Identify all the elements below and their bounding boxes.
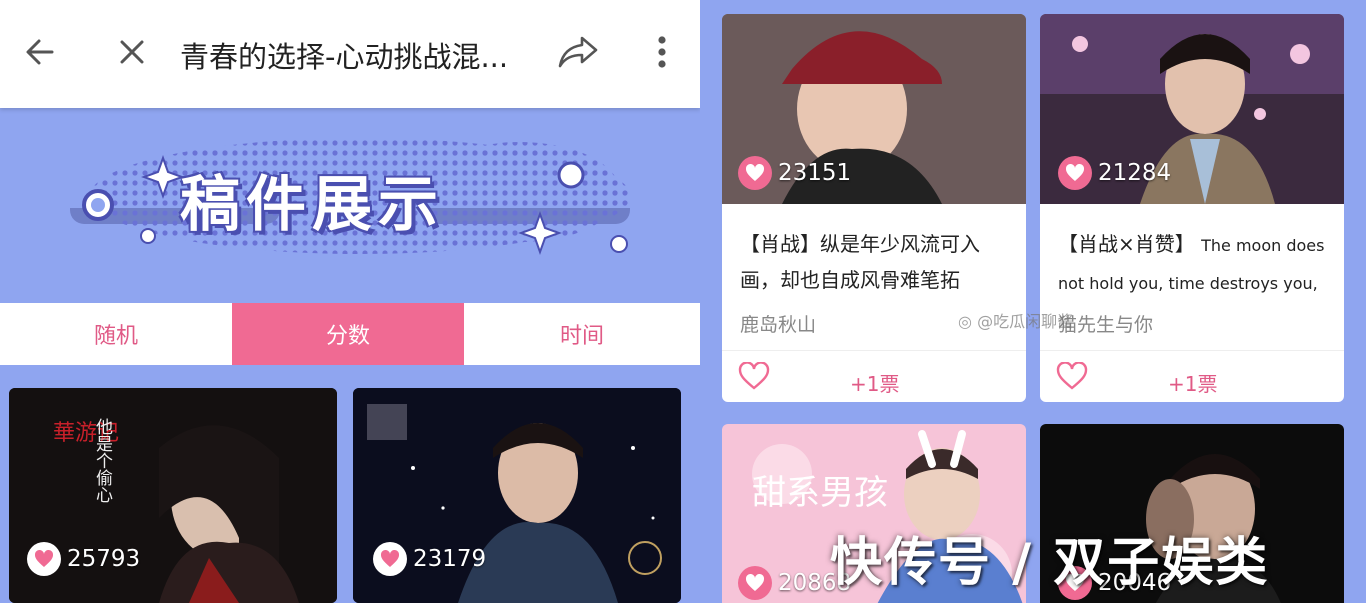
right-panel: 23151 【肖战】纵是年少风流可入画，却也自成风骨难笔拓 鹿岛秋山 +1票 2… — [700, 0, 1366, 603]
heart-icon — [27, 542, 61, 576]
vote-button[interactable]: +1票 — [1168, 368, 1217, 397]
tab-random[interactable]: 随机 — [0, 303, 232, 365]
score-badge: 25793 — [27, 542, 140, 576]
arrow-left-icon[interactable] — [18, 30, 62, 74]
score-value: 25793 — [67, 546, 141, 572]
left-panel: 青春的选择-心动挑战混... 稿件展示 随机 分数 时间 華游记 他是个偷心 2… — [0, 0, 700, 603]
banner: 稿件展示 — [0, 108, 700, 304]
tab-score[interactable]: 分数 — [232, 303, 464, 365]
score-value: 21284 — [1098, 160, 1172, 186]
overlay-text: 甜系男孩 — [752, 473, 888, 513]
share-icon[interactable] — [556, 30, 600, 74]
vote-button[interactable]: +1票 — [850, 368, 899, 397]
submission-card[interactable]: 23151 【肖战】纵是年少风流可入画，却也自成风骨难笔拓 鹿岛秋山 +1票 — [722, 14, 1026, 402]
heart-outline-icon[interactable] — [1056, 361, 1088, 394]
submission-card[interactable]: 華游记 他是个偷心 25793 — [9, 388, 337, 603]
watermark-text: 快传号 / 双子娱类 — [830, 533, 1270, 593]
card-caption: 【肖战×肖赞】 The moon does not hold you, time… — [1058, 226, 1330, 302]
card-image: 21284 — [1040, 14, 1344, 204]
heart-outline-icon[interactable] — [738, 361, 770, 394]
submission-card[interactable]: 23179 — [353, 388, 681, 603]
weibo-watermark-text: @吃瓜闲聊酱 — [977, 312, 1074, 331]
page-title: 青春的选择-心动挑战混... — [180, 40, 509, 74]
tab-time[interactable]: 时间 — [464, 303, 700, 365]
more-vertical-icon[interactable] — [640, 30, 684, 74]
sort-tabs: 随机 分数 时间 — [0, 303, 700, 365]
heart-icon — [738, 156, 772, 190]
weibo-watermark: ◎ @吃瓜闲聊酱 — [958, 308, 1073, 332]
score-badge: 23179 — [373, 542, 486, 576]
score-value: 23151 — [778, 160, 852, 186]
close-icon[interactable] — [110, 30, 154, 74]
card-caption: 【肖战】纵是年少风流可入画，却也自成风骨难笔拓 — [740, 232, 980, 292]
score-badge: 21284 — [1058, 156, 1171, 190]
heart-icon — [1058, 156, 1092, 190]
banner-title: 稿件展示 — [180, 170, 444, 240]
divider — [722, 350, 1026, 351]
weibo-icon: ◎ — [958, 312, 972, 331]
heart-icon — [738, 566, 772, 600]
overlay-poem: 他是个偷心 — [92, 418, 112, 503]
score-value: 23179 — [413, 546, 487, 572]
screenshot-stage: 青春的选择-心动挑战混... 稿件展示 随机 分数 时间 華游记 他是个偷心 2… — [0, 0, 1366, 603]
score-badge: 23151 — [738, 156, 851, 190]
top-app-bar: 青春的选择-心动挑战混... — [0, 0, 700, 108]
card-image: 23151 — [722, 14, 1026, 204]
card-author[interactable]: 鹿岛秋山 — [740, 310, 816, 337]
heart-icon — [373, 542, 407, 576]
card-caption-cn: 【肖战×肖赞】 — [1058, 232, 1195, 256]
divider — [1040, 350, 1344, 351]
submission-card[interactable]: 21284 【肖战×肖赞】 The moon does not hold you… — [1040, 14, 1344, 402]
